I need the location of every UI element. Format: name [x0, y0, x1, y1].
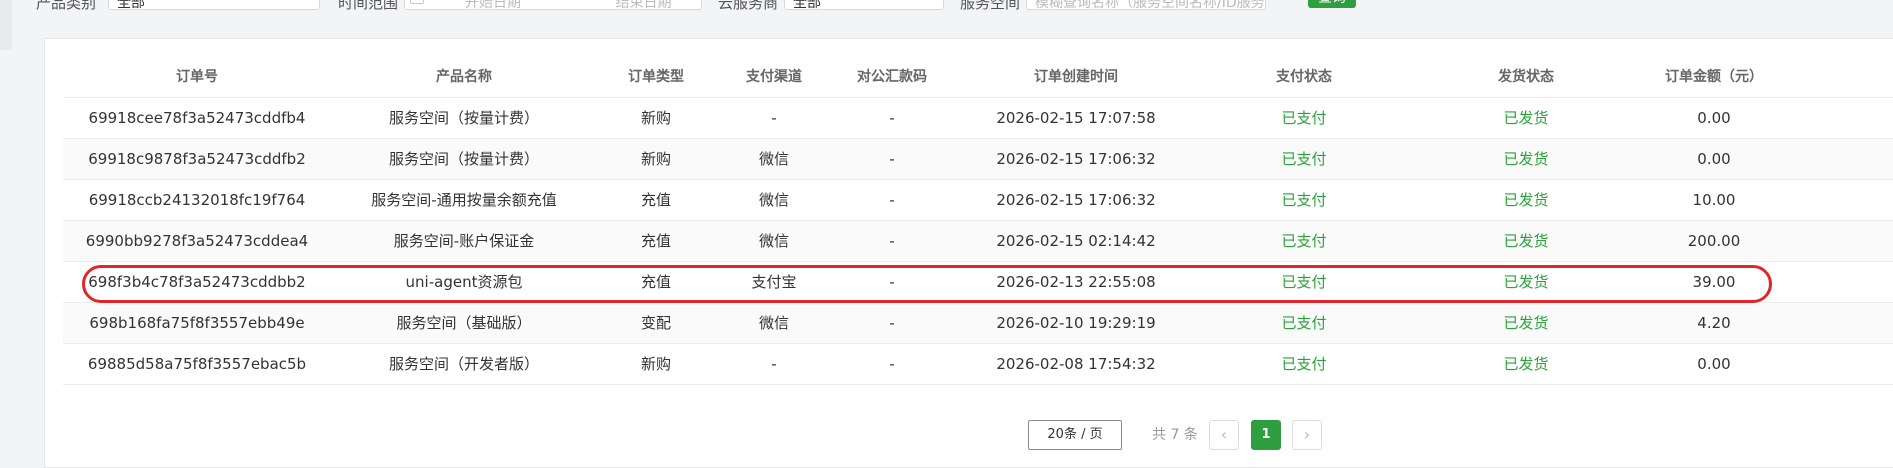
cell-product-name: 服务空间-通用按量余额充值: [371, 191, 557, 209]
total-count: 共 7 条: [1152, 427, 1198, 443]
cell-remittance-code: -: [889, 150, 895, 168]
table-row: 6990bb9278f3a52473cddea4 服务空间-账户保证金 充值 微信 - 2…: [63, 221, 1893, 262]
cell-order-id: 69885d58a75f8f3557ebac5b: [87, 355, 307, 373]
cell-product-name: 服务空间（基础版）: [396, 314, 532, 332]
col-product-name: 产品名称: [436, 69, 492, 85]
cell-payment-status: 已支付: [1281, 355, 1327, 373]
cell-payment-channel: 微信: [758, 232, 790, 250]
next-page-button[interactable]: ›: [1292, 420, 1322, 450]
table-row: 69918ccb24132018fc19f764 服务空间-通用按量余额充值 充值 微…: [63, 180, 1893, 221]
cell-payment-channel: -: [771, 109, 777, 127]
chevron-left-icon: ‹: [1220, 425, 1228, 444]
cell-shipping-status: 已发货: [1503, 232, 1549, 250]
cell-order-id: 69918ccb24132018fc19f764: [88, 191, 306, 209]
cell-created-time: 2026-02-10 19:29:19: [996, 314, 1156, 332]
page-size-label: 20条 / 页: [1047, 427, 1103, 442]
col-remittance-code: 对公汇款码: [857, 69, 927, 85]
cell-order-id: 69918cee78f3a52473cddfb4: [88, 109, 306, 127]
cell-payment-channel: 微信: [758, 314, 790, 332]
cell-order-type: 新购: [640, 109, 672, 127]
table-row: 69885d58a75f8f3557ebac5b 服务空间（开发者版） 新购 - - 20…: [63, 344, 1893, 385]
cell-product-name: 服务空间（开发者版）: [388, 355, 540, 373]
cell-order-type: 新购: [640, 150, 672, 168]
cell-remittance-code: -: [889, 314, 895, 332]
col-order-amount: 订单金额（元）: [1665, 69, 1763, 85]
page-size-select[interactable]: 20条 / 页: [1028, 420, 1122, 450]
service-space-input[interactable]: 模糊查询名称（服务空间名称/ID服务空间）: [1026, 0, 1266, 10]
cell-order-amount: 0.00: [1697, 150, 1731, 168]
cell-order-type: 变配: [640, 314, 672, 332]
service-type-select[interactable]: 全部: [784, 0, 944, 10]
cell-shipping-status: 已发货: [1503, 109, 1549, 127]
table-row: 69918c9878f3a52473cddfb2 服务空间（按量计费） 新购 微信 - 2…: [63, 139, 1893, 180]
prev-page-button[interactable]: ‹: [1209, 420, 1239, 450]
cell-payment-status: 已支付: [1281, 191, 1327, 209]
table-row: 698b168fa75f8f3557ebb49e 服务空间（基础版） 变配 微信 - 20…: [63, 303, 1893, 344]
cell-order-id: 69918c9878f3a52473cddfb2: [88, 150, 306, 168]
cell-created-time: 2026-02-08 17:54:32: [996, 355, 1156, 373]
cell-order-amount: 0.00: [1697, 355, 1731, 373]
cell-payment-status: 已支付: [1281, 109, 1327, 127]
cell-created-time: 2026-02-15 17:06:32: [996, 150, 1156, 168]
col-payment-channel: 支付渠道: [746, 69, 802, 85]
cell-payment-channel: 微信: [758, 191, 790, 209]
cell-remittance-code: -: [889, 191, 895, 209]
cell-created-time: 2026-02-15 17:06:32: [996, 191, 1156, 209]
cell-payment-channel: -: [771, 355, 777, 373]
cell-created-time: 2026-02-15 17:07:58: [996, 109, 1156, 127]
highlight-annotation: [82, 265, 1772, 303]
col-order-id: 订单号: [176, 69, 218, 85]
cell-product-name: 服务空间-账户保证金: [393, 232, 535, 250]
col-created-time: 订单创建时间: [1034, 69, 1118, 85]
cell-order-type: 充值: [640, 191, 672, 209]
cell-remittance-code: -: [889, 109, 895, 127]
product-category-select[interactable]: 全部: [108, 0, 320, 10]
col-payment-status: 支付状态: [1276, 69, 1332, 85]
cell-payment-status: 已支付: [1281, 232, 1327, 250]
cell-payment-status: 已支付: [1281, 150, 1327, 168]
cell-order-type: 充值: [640, 232, 672, 250]
time-range-label: 时间范围: [338, 0, 399, 12]
date-range-picker[interactable]: 开始日期 结束日期: [404, 0, 702, 10]
cell-shipping-status: 已发货: [1503, 314, 1549, 332]
col-order-type: 订单类型: [628, 69, 684, 85]
calendar-icon: [410, 0, 424, 4]
cell-payment-channel: 微信: [758, 150, 790, 168]
cell-remittance-code: -: [889, 232, 895, 250]
table-header: 订单号 产品名称 订单类型 支付渠道 对公汇款码 订单创建时间 支付状态 发货状…: [63, 57, 1893, 98]
service-space-label: 服务空间: [960, 0, 1021, 12]
cell-order-amount: 10.00: [1692, 191, 1736, 209]
query-button[interactable]: 查询: [1308, 0, 1356, 8]
end-date-field[interactable]: 结束日期: [615, 0, 671, 9]
cell-product-name: 服务空间（按量计费）: [388, 109, 540, 127]
cell-order-id: 6990bb9278f3a52473cddea4: [85, 232, 309, 250]
cell-order-amount: 0.00: [1697, 109, 1731, 127]
start-date-field[interactable]: 开始日期: [465, 0, 521, 9]
cell-payment-status: 已支付: [1281, 314, 1327, 332]
product-category-label: 产品类别: [36, 0, 97, 12]
service-type-label: 云服务商: [718, 0, 779, 12]
table-row: 69918cee78f3a52473cddfb4 服务空间（按量计费） 新购 - - 20…: [63, 98, 1893, 139]
chevron-right-icon: ›: [1303, 425, 1311, 444]
cell-order-type: 新购: [640, 355, 672, 373]
cell-order-amount: 4.20: [1697, 314, 1731, 332]
cell-shipping-status: 已发货: [1503, 355, 1549, 373]
cell-created-time: 2026-02-15 02:14:42: [996, 232, 1156, 250]
filter-bar: 产品类别 全部 时间范围 开始日期 结束日期 云服务商 全部 服务空间 模糊查询…: [0, 0, 1893, 12]
orders-table: 订单号 产品名称 订单类型 支付渠道 对公汇款码 订单创建时间 支付状态 发货状…: [63, 57, 1893, 385]
col-shipping-status: 发货状态: [1498, 69, 1554, 85]
cell-shipping-status: 已发货: [1503, 191, 1549, 209]
page-1-button[interactable]: 1: [1251, 420, 1281, 450]
cell-shipping-status: 已发货: [1503, 150, 1549, 168]
cell-remittance-code: -: [889, 355, 895, 373]
cell-product-name: 服务空间（按量计费）: [388, 150, 540, 168]
cell-order-amount: 200.00: [1687, 232, 1741, 250]
cell-order-id: 698b168fa75f8f3557ebb49e: [89, 314, 305, 332]
